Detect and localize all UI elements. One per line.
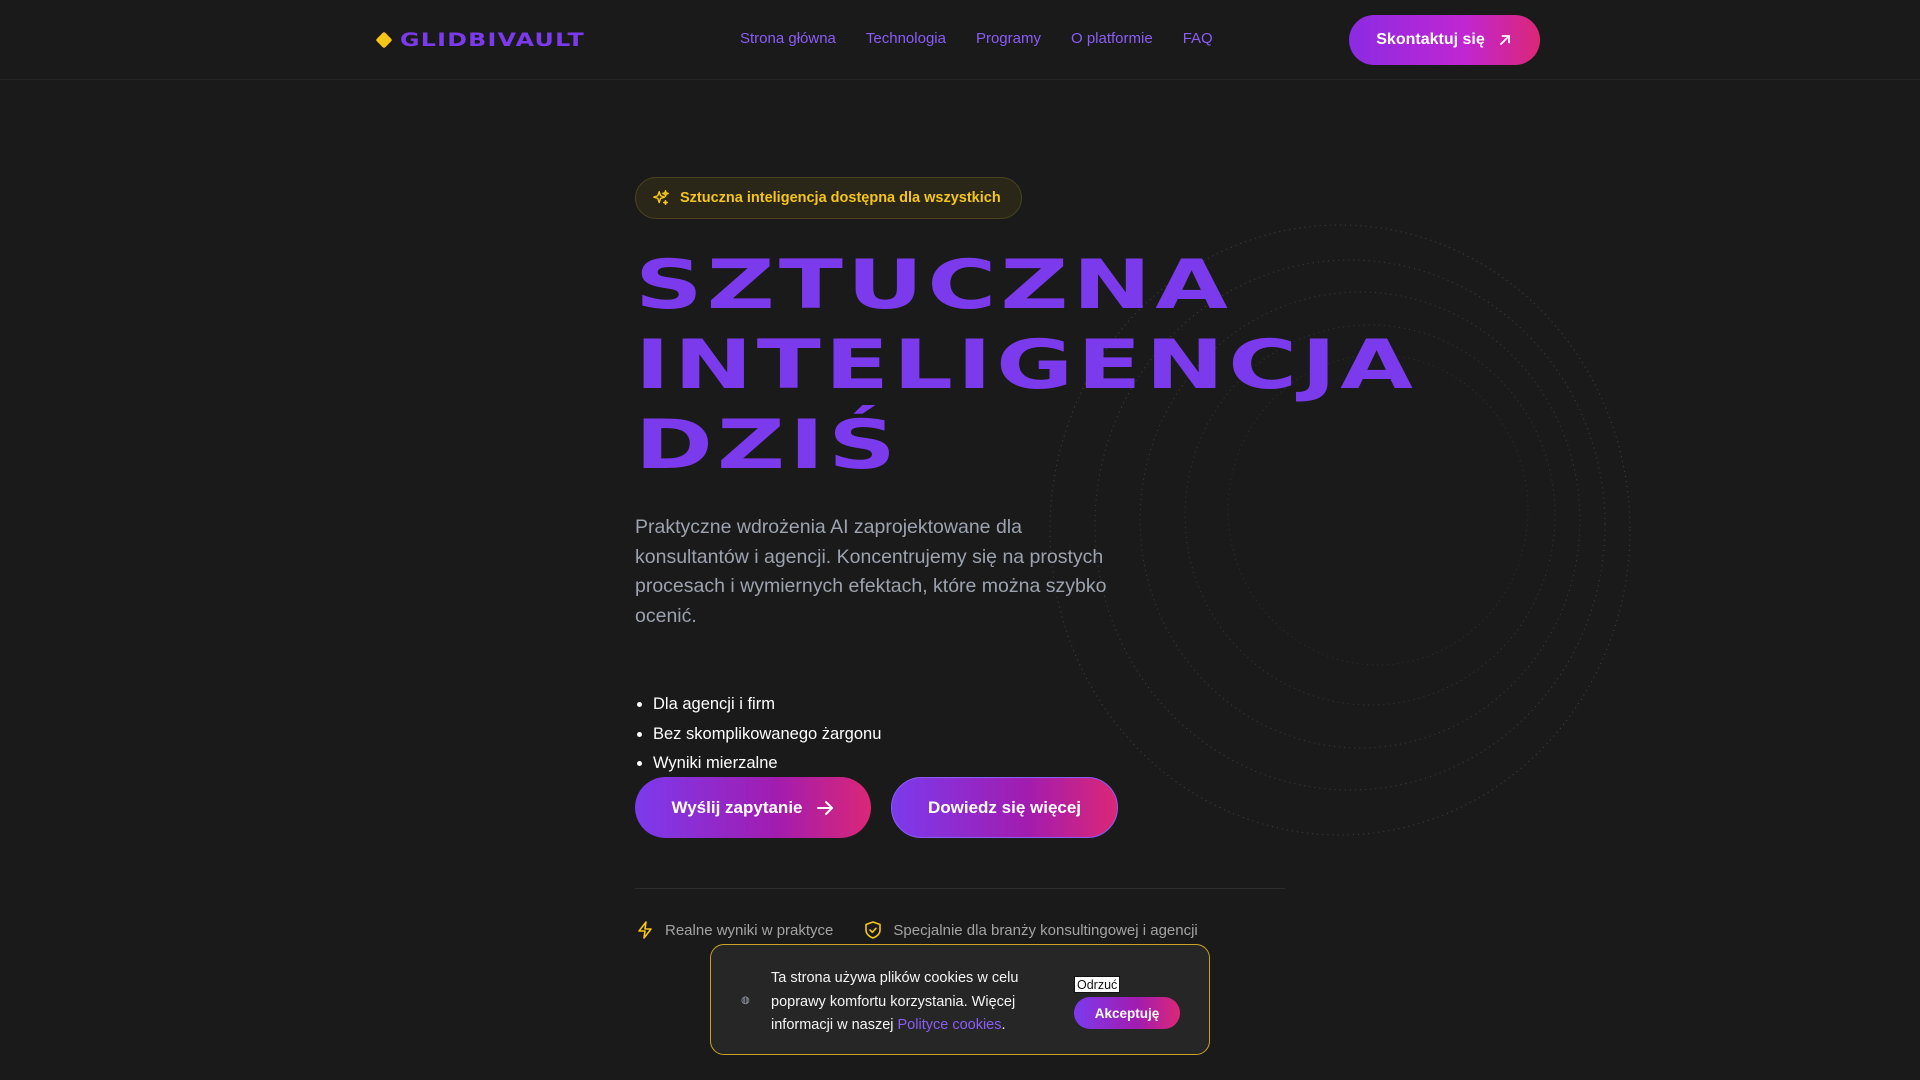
feature-real-results: Realne wyniki w praktyce [635,920,833,940]
site-header: GLIDBIVAULT Strona główna Technologia Pr… [0,0,1920,80]
nav-item-technology[interactable]: Technologia [866,30,946,47]
logo-text: GLIDBIVAULT [400,29,585,51]
cookie-banner: ◍ Ta strona używa plików cookies w celu … [710,944,1210,1055]
feature-label: Specjalnie dla branży konsultingowej i a… [893,921,1198,939]
learn-more-button[interactable]: Dowiedz się więcej [891,777,1118,838]
arrow-up-right-icon [1499,35,1510,45]
list-item: Bez skomplikowanego żargonu [653,720,881,750]
lightning-icon [638,921,652,939]
nav-item-programs[interactable]: Programy [976,30,1041,47]
hero-bullets: Dla agencji i firm Bez skomplikowanego ż… [653,690,881,779]
headline-line-3: DZIŚ [635,406,901,485]
cookie-text-end: . [1001,1017,1006,1033]
shield-check-icon [865,921,882,939]
send-inquiry-button[interactable]: Wyślij zapytanie [635,777,871,838]
list-item: Dla agencji i firm [653,690,881,720]
divider [635,888,1285,889]
main-nav: Strona główna Technologia Programy O pla… [740,30,1213,47]
feature-label: Realne wyniki w praktyce [665,921,834,939]
hero-features: Realne wyniki w praktyce Specjalnie dla … [635,920,1198,940]
nav-item-faq[interactable]: FAQ [1183,30,1213,47]
accept-cookies-button[interactable]: Akceptuję [1074,997,1180,1029]
cookie-policy-link[interactable]: Polityce cookies [898,1017,1002,1033]
diamond-icon [375,31,393,49]
reject-cookies-button[interactable]: Odrzuć [1074,976,1121,993]
list-item: Wyniki mierzalne [653,749,881,779]
arrow-right-icon [816,800,833,815]
logo[interactable]: GLIDBIVAULT [375,28,584,52]
hero-lead: Praktyczne wdrożenia AI zaprojektowane d… [635,516,1107,627]
nav-item-home[interactable]: Strona główna [740,30,836,47]
cookie-text: Ta strona używa plików cookies w celu po… [771,967,1071,1038]
feature-consulting: Specjalnie dla branży konsultingowej i a… [863,920,1198,940]
send-inquiry-label: Wyślij zapytanie [671,797,803,817]
sparkles-icon [653,190,669,206]
hero-headline: SZTUCZNA INTELIGENCJA DZIŚ [635,246,1413,486]
contact-button-label: Skontaktuj się [1376,31,1485,48]
contact-button[interactable]: Skontaktuj się [1349,15,1540,65]
headline-line-2: INTELIGENCJA [635,326,1418,405]
hero-badge-text: Sztuczna inteligencja dostępna dla wszys… [680,190,1001,206]
nav-item-about[interactable]: O platformie [1071,30,1153,47]
hero-badge: Sztuczna inteligencja dostępna dla wszys… [635,177,1022,219]
headline-line-1: SZTUCZNA [635,246,1233,325]
cookie-icon: ◍ [741,995,750,1006]
